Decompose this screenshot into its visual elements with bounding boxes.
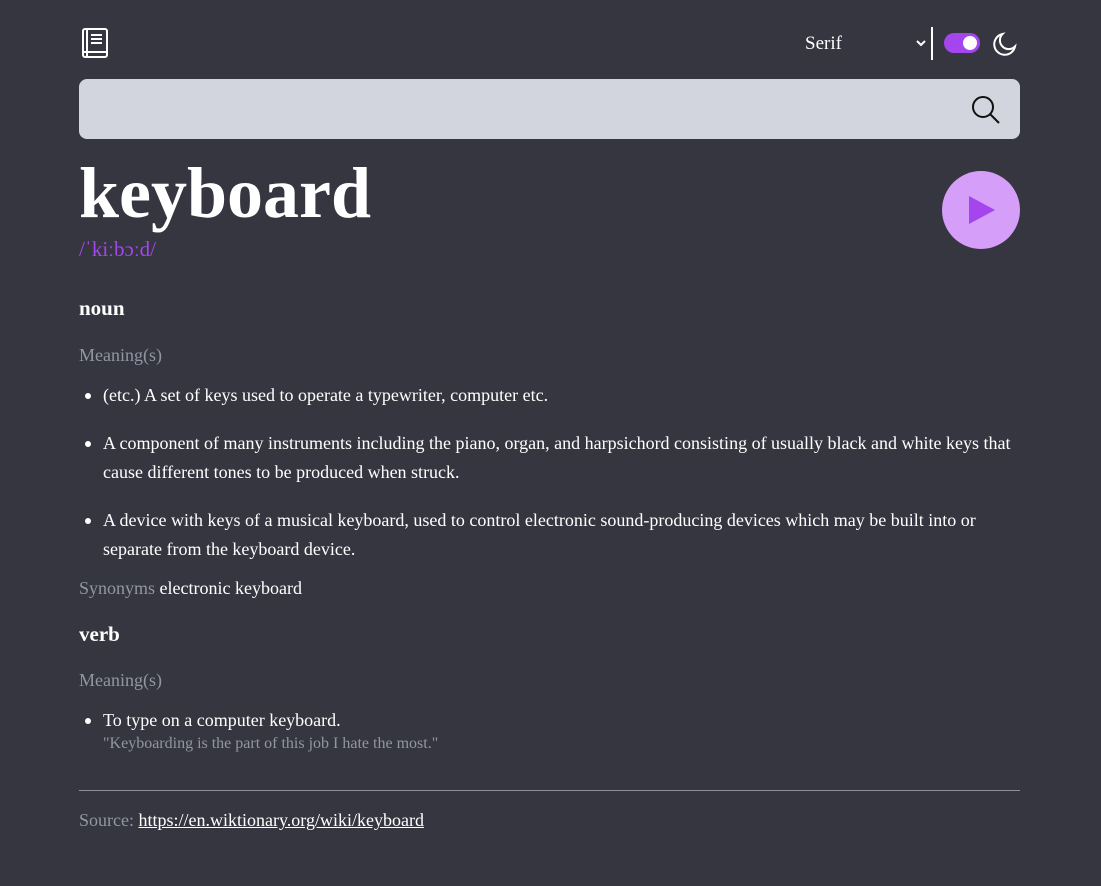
font-select-value: Serif: [805, 32, 842, 54]
definition-item: To type on a computer keyboard. "Keyboar…: [79, 706, 1024, 756]
header: Serif: [79, 0, 1020, 79]
word-header: keyboard /ˈkiːbɔːd/: [79, 139, 1020, 274]
source-label: Source:: [79, 810, 134, 830]
definition-item: A component of many instruments includin…: [79, 429, 1024, 488]
definition-item: A device with keys of a musical keyboard…: [79, 506, 1024, 565]
meanings-heading: Meaning(s): [79, 345, 162, 365]
theme-toggle[interactable]: [944, 33, 980, 53]
word-title: keyboard: [79, 153, 372, 233]
bullet: [85, 517, 91, 524]
synonyms-row: Synonyms electronic keyboard: [79, 578, 302, 599]
toggle-knob: [963, 36, 977, 50]
footer-divider: [79, 790, 1020, 791]
synonym-link[interactable]: electronic keyboard: [160, 578, 302, 598]
source-link[interactable]: https://en.wiktionary.org/wiki/keyboard: [138, 810, 423, 830]
definition-example: "Keyboarding is the part of this job I h…: [103, 734, 439, 752]
play-icon: [969, 196, 995, 224]
moon-icon[interactable]: [991, 30, 1019, 58]
play-button[interactable]: [942, 171, 1020, 249]
dictionary-app: Serif keyboard /ˈkiːbɔːd/ noun Meaning(s…: [79, 0, 1020, 834]
definition-text: To type on a computer keyboard.: [103, 710, 341, 730]
source-row: Source: https://en.wiktionary.org/wiki/k…: [79, 810, 424, 831]
part-of-speech-noun: noun: [79, 296, 125, 320]
chevron-down-icon: [916, 40, 926, 47]
bullet: [85, 393, 91, 399]
synonyms-label: Synonyms: [79, 578, 156, 598]
phonetic: /ˈkiːbɔːd/: [79, 237, 156, 261]
header-divider: [931, 27, 933, 60]
definitions-area: noun Meaning(s) (etc.) A set of keys use…: [79, 274, 1020, 834]
definition-item: (etc.) A set of keys used to operate a t…: [79, 381, 1024, 411]
font-select[interactable]: Serif: [805, 27, 929, 60]
bullet: [85, 440, 91, 447]
definition-text: A device with keys of a musical keyboard…: [103, 509, 976, 560]
search-bar: [79, 79, 1020, 139]
noun-definitions: (etc.) A set of keys used to operate a t…: [79, 381, 1024, 565]
search-input[interactable]: [79, 79, 963, 139]
part-of-speech-verb: verb: [79, 622, 120, 646]
definition-text: A component of many instruments includin…: [103, 432, 1011, 483]
definition-text: (etc.) A set of keys used to operate a t…: [103, 385, 549, 405]
meanings-heading: Meaning(s): [79, 670, 162, 690]
verb-definitions: To type on a computer keyboard. "Keyboar…: [79, 706, 1024, 756]
book-icon[interactable]: [82, 28, 108, 58]
search-icon[interactable]: [971, 95, 1001, 125]
bullet: [85, 718, 91, 724]
